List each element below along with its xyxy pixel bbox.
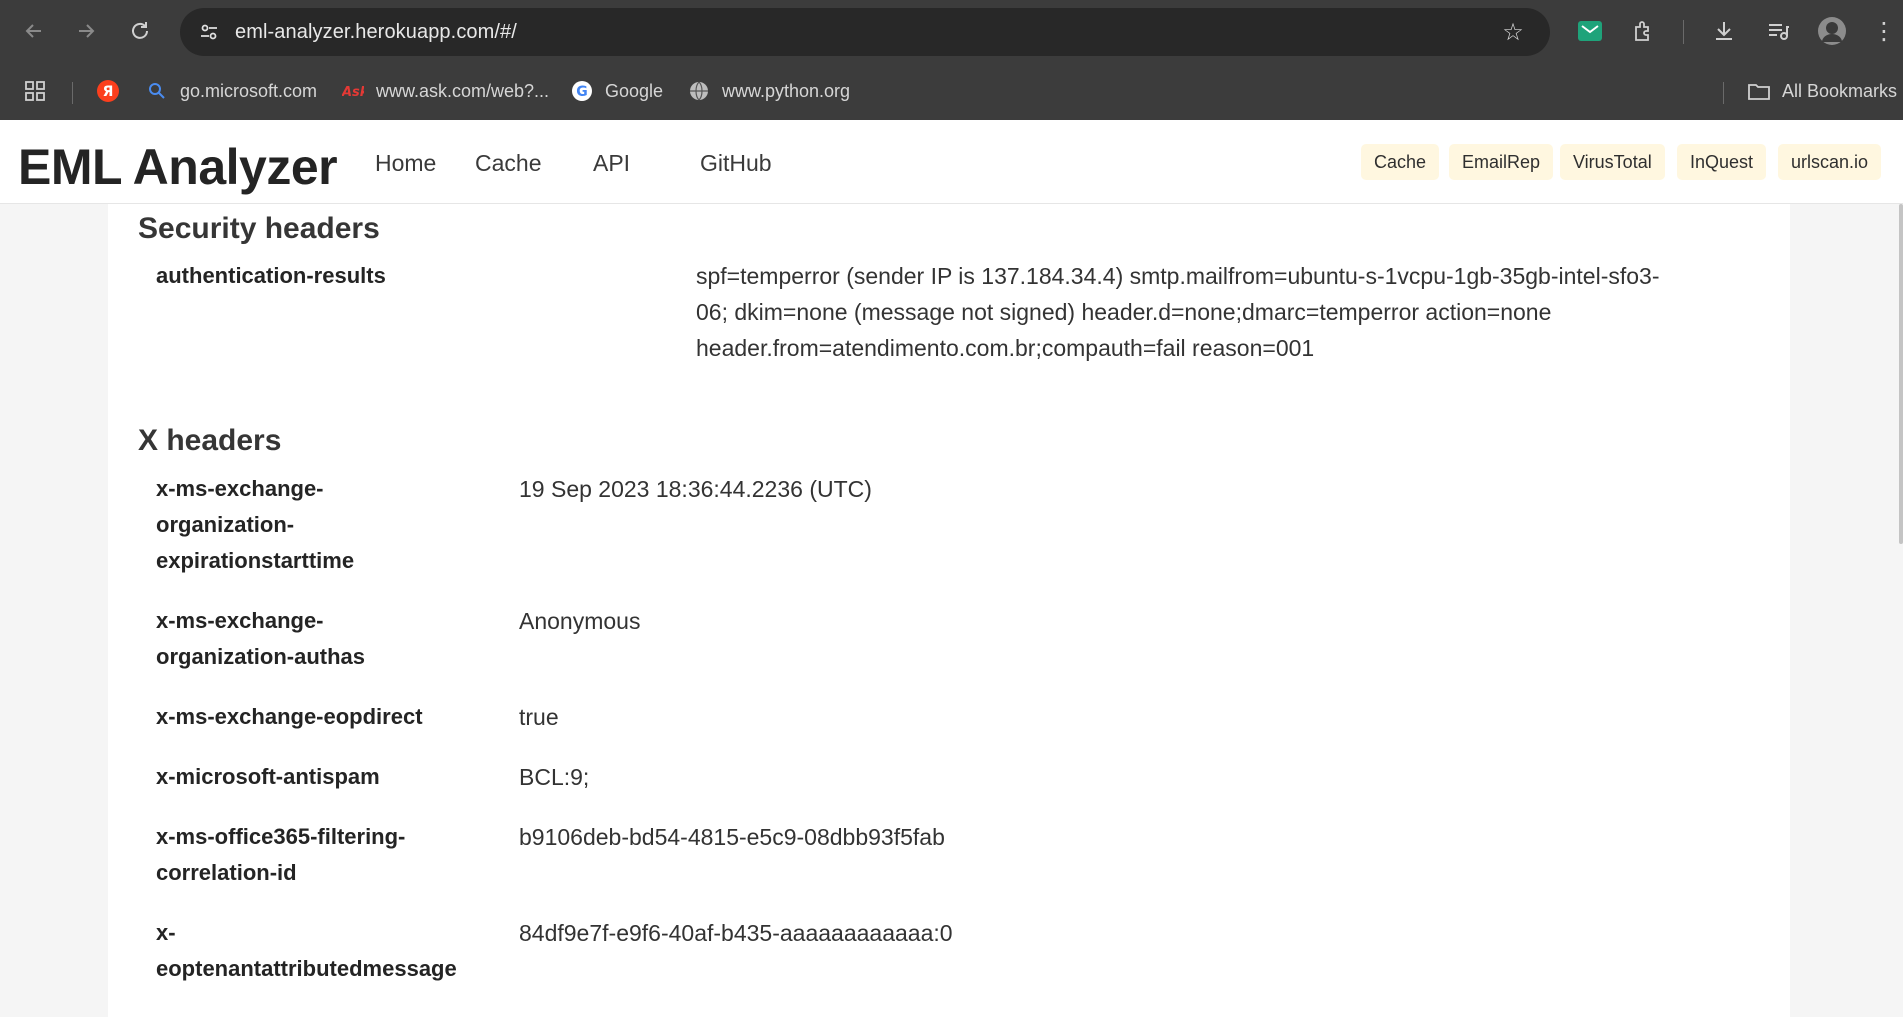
all-bookmarks[interactable]: All Bookmarks bbox=[1748, 78, 1897, 104]
page-scrollbar[interactable] bbox=[1899, 204, 1903, 544]
header-value-line: 06; dkim=none (message not signed) heade… bbox=[696, 299, 1552, 325]
globe-icon bbox=[688, 80, 710, 102]
bookmark-go-microsoft[interactable]: go.microsoft.com bbox=[146, 78, 317, 104]
yandex-icon[interactable]: Я bbox=[96, 78, 120, 104]
download-icon[interactable] bbox=[1708, 15, 1740, 47]
apps-grid-icon[interactable] bbox=[24, 78, 46, 104]
app-navbar: EML Analyzer Home Cache API GitHub Cache… bbox=[0, 120, 1903, 204]
reload-icon[interactable] bbox=[122, 13, 158, 49]
back-icon[interactable] bbox=[16, 13, 52, 49]
folder-icon bbox=[1748, 80, 1770, 102]
header-key: x- eoptenantattributedmessage bbox=[156, 920, 457, 981]
x-headers-title: X headers bbox=[138, 424, 282, 457]
extension-mail-icon[interactable] bbox=[1574, 15, 1606, 47]
svg-text:G: G bbox=[576, 84, 588, 100]
bookmark-google[interactable]: G Google bbox=[571, 78, 663, 104]
header-key: x-ms-exchange- organization-authas bbox=[156, 608, 366, 669]
header-value: 84df9e7f-e9f6-40af-b435-aaaaaaaaaaaa:0 bbox=[519, 920, 953, 946]
site-info-icon[interactable] bbox=[194, 17, 224, 47]
extensions-puzzle-icon[interactable] bbox=[1628, 15, 1660, 47]
header-value: BCL:9; bbox=[519, 764, 590, 790]
status-pill-urlscan[interactable]: urlscan.io bbox=[1778, 144, 1882, 180]
security-headers-title: Security headers bbox=[138, 212, 380, 245]
bookmark-python[interactable]: www.python.org bbox=[688, 78, 850, 104]
header-value-line: header.from=atendimento.com.br;compauth=… bbox=[696, 335, 1315, 361]
header-key: x-ms-exchange-eopdirect bbox=[156, 704, 423, 729]
nav-link-home[interactable]: Home bbox=[375, 150, 436, 177]
svg-text:Я: Я bbox=[103, 84, 114, 100]
page-content: EML Analyzer Home Cache API GitHub Cache… bbox=[0, 120, 1903, 1017]
header-value: Anonymous bbox=[519, 608, 641, 634]
status-pill-cache[interactable]: Cache bbox=[1361, 144, 1440, 180]
header-value-line: spf=temperror (sender IP is 137.184.34.4… bbox=[696, 263, 1660, 289]
header-key: authentication-results bbox=[156, 263, 386, 288]
brand-logo[interactable]: EML Analyzer bbox=[18, 138, 338, 196]
ask-icon: Ask bbox=[342, 80, 364, 102]
header-key: x-ms-office365-filtering- correlation-id bbox=[156, 824, 406, 885]
google-icon: G bbox=[571, 80, 593, 102]
status-pill-emailrep[interactable]: EmailRep bbox=[1449, 144, 1554, 180]
svg-text:Ask: Ask bbox=[342, 85, 364, 100]
header-key: x-microsoft-antispam bbox=[156, 764, 380, 789]
browser-chrome: eml-analyzer.herokuapp.com/#/ ☆ ⋮ Я go.m… bbox=[0, 0, 1903, 120]
nav-link-api[interactable]: API bbox=[593, 150, 630, 177]
browser-toolbar: eml-analyzer.herokuapp.com/#/ ☆ ⋮ bbox=[0, 0, 1903, 62]
bookmarks-bar: Я go.microsoft.com Ask www.ask.com/web?.… bbox=[0, 62, 1903, 120]
menu-kebab-icon[interactable]: ⋮ bbox=[1868, 15, 1900, 47]
url-text[interactable]: eml-analyzer.herokuapp.com/#/ bbox=[235, 21, 517, 44]
header-key: x-ms-exchange- organization- expirations… bbox=[156, 476, 355, 573]
nav-link-cache[interactable]: Cache bbox=[475, 150, 541, 177]
header-value: b9106deb-bd54-4815-e5c9-08dbb93f5fab bbox=[519, 824, 945, 850]
header-value: 19 Sep 2023 18:36:44.2236 (UTC) bbox=[519, 476, 872, 502]
media-queue-icon[interactable] bbox=[1762, 15, 1794, 47]
header-value: true bbox=[519, 704, 559, 730]
status-pill-inquest[interactable]: InQuest bbox=[1677, 144, 1767, 180]
nav-link-github[interactable]: GitHub bbox=[700, 150, 772, 177]
header-value: spf=temperror (sender IP is 137.184.34.4… bbox=[696, 258, 1756, 366]
bookmark-ask[interactable]: Ask www.ask.com/web?... bbox=[342, 78, 549, 104]
headers-card: Security headers authentication-results … bbox=[108, 204, 1790, 1017]
profile-avatar[interactable] bbox=[1816, 15, 1848, 47]
address-bar[interactable]: eml-analyzer.herokuapp.com/#/ ☆ bbox=[180, 8, 1550, 56]
status-pill-virustotal[interactable]: VirusTotal bbox=[1560, 144, 1665, 180]
search-icon bbox=[146, 80, 168, 102]
bookmark-star-icon[interactable]: ☆ bbox=[1498, 17, 1528, 47]
forward-icon[interactable] bbox=[68, 13, 104, 49]
